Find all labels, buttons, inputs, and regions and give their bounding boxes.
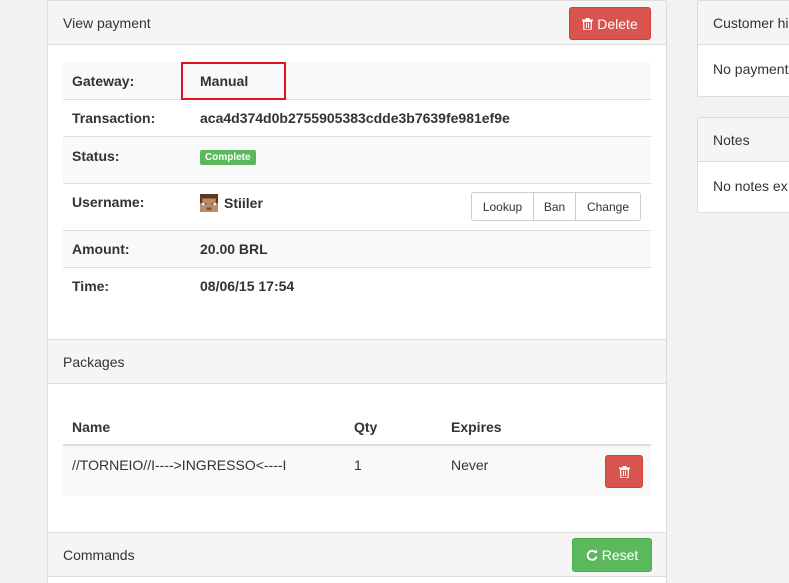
packages-col-expires: Expires bbox=[451, 419, 502, 435]
customer-history-body: No payment bbox=[698, 45, 789, 93]
lookup-button[interactable]: Lookup bbox=[471, 192, 534, 221]
package-expires: Never bbox=[451, 457, 489, 473]
table-row: //TORNEIO//I---->INGRESSO<----I 1 Never bbox=[63, 446, 651, 496]
view-payment-title: View payment bbox=[63, 14, 151, 31]
package-name: //TORNEIO//I---->INGRESSO<----I bbox=[72, 457, 287, 473]
customer-history-header: Customer hi bbox=[698, 1, 789, 45]
username-value[interactable]: Stiiler bbox=[224, 195, 263, 211]
change-button[interactable]: Change bbox=[575, 192, 641, 221]
amount-label: Amount: bbox=[72, 241, 130, 257]
delete-label: Delete bbox=[597, 15, 638, 32]
delete-package-button[interactable] bbox=[605, 455, 643, 488]
reset-label: Reset bbox=[601, 547, 639, 563]
packages-col-qty: Qty bbox=[354, 419, 378, 435]
ban-button[interactable]: Ban bbox=[533, 192, 576, 221]
packages-table-header: Name Qty Expires bbox=[63, 410, 651, 444]
trash-icon bbox=[582, 17, 594, 30]
amount-row: Amount: 20.00 BRL bbox=[63, 231, 651, 267]
notes-header: Notes bbox=[698, 118, 789, 162]
time-label: Time: bbox=[72, 278, 110, 294]
status-label: Status: bbox=[72, 148, 120, 164]
packages-col-name: Name bbox=[72, 419, 111, 435]
notes-title: Notes bbox=[713, 131, 750, 148]
status-row: Status: Complete bbox=[63, 137, 651, 183]
transaction-label: Transaction: bbox=[72, 110, 156, 126]
notes-panel: Notes No notes ex bbox=[697, 117, 789, 213]
customer-history-title: Customer hi bbox=[713, 14, 789, 31]
username-label: Username: bbox=[72, 194, 145, 210]
commands-title: Commands bbox=[63, 546, 135, 563]
delete-payment-button[interactable]: Delete bbox=[569, 7, 651, 40]
package-qty: 1 bbox=[354, 457, 362, 473]
customer-history-text: No payment bbox=[713, 61, 789, 77]
packages-header: Packages bbox=[48, 339, 666, 384]
time-row: Time: 08/06/15 17:54 bbox=[63, 268, 651, 304]
notes-body: No notes ex bbox=[698, 162, 789, 210]
packages-title: Packages bbox=[63, 353, 125, 370]
time-value: 08/06/15 17:54 bbox=[200, 278, 295, 294]
refresh-icon bbox=[586, 549, 598, 561]
avatar bbox=[200, 194, 218, 212]
reset-button[interactable]: Reset bbox=[572, 538, 652, 572]
gateway-highlight-box bbox=[181, 62, 286, 100]
status-badge: Complete bbox=[200, 150, 256, 165]
gateway-label: Gateway: bbox=[72, 72, 135, 89]
amount-value: 20.00 BRL bbox=[200, 241, 268, 257]
transaction-value: aca4d374d0b2755905383cdde3b7639fe981ef9e bbox=[200, 110, 510, 126]
gateway-row: Gateway: Manual bbox=[63, 62, 651, 99]
notes-text: No notes ex bbox=[713, 178, 788, 194]
view-payment-panel: View payment Delete Gateway: Manual Tran… bbox=[47, 0, 667, 583]
user-action-group: Lookup Ban Change bbox=[471, 192, 641, 221]
transaction-row: Transaction: aca4d374d0b2755905383cdde3b… bbox=[63, 100, 651, 136]
customer-history-panel: Customer hi No payment bbox=[697, 0, 789, 97]
trash-icon bbox=[618, 465, 630, 478]
